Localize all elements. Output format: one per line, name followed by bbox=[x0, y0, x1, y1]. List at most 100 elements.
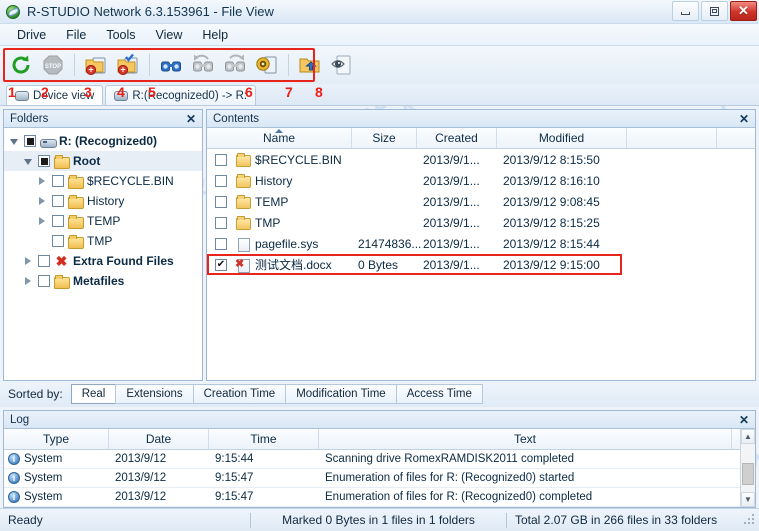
menu-help[interactable]: Help bbox=[193, 25, 237, 45]
tree-item-tmp[interactable]: TMP bbox=[4, 231, 202, 251]
menu-view[interactable]: View bbox=[147, 25, 192, 45]
find-icon[interactable] bbox=[156, 50, 186, 80]
folder-up-icon[interactable] bbox=[295, 50, 325, 80]
file-row[interactable]: TEMP 2013/9/1... 2013/9/12 9:08:45 bbox=[207, 191, 755, 212]
tree-item-label: History bbox=[87, 194, 125, 208]
preview-icon[interactable] bbox=[327, 50, 357, 80]
status-ready: Ready bbox=[8, 513, 43, 527]
chevron-down-icon[interactable] bbox=[8, 138, 20, 145]
refresh-icon[interactable] bbox=[6, 50, 36, 80]
tab-device-view[interactable]: Device view bbox=[6, 85, 104, 105]
scroll-down-icon[interactable]: ▼ bbox=[741, 492, 755, 507]
menu-tools[interactable]: Tools bbox=[97, 25, 144, 45]
scroll-up-icon[interactable]: ▲ bbox=[741, 429, 755, 444]
file-row[interactable]: 测试文档.docx 0 Bytes 2013/9/1... 2013/9/12 9:1… bbox=[207, 254, 755, 275]
chevron-right-icon[interactable] bbox=[22, 257, 34, 265]
menu-file[interactable]: File bbox=[57, 25, 95, 45]
scroll-track[interactable] bbox=[741, 444, 755, 492]
log-column-header-text[interactable]: Text bbox=[319, 429, 732, 449]
folders-close-icon[interactable]: ✕ bbox=[184, 112, 198, 126]
open-drive-files-icon[interactable]: + bbox=[81, 50, 111, 80]
column-header-size[interactable]: Size bbox=[352, 128, 417, 148]
contents-file-list[interactable]: Name Size Created Modified $RECYCLE.BIN 2013… bbox=[207, 128, 755, 380]
recover-marked-icon[interactable]: + bbox=[113, 50, 143, 80]
tree-checkbox[interactable] bbox=[52, 175, 64, 187]
chevron-right-icon[interactable] bbox=[36, 177, 48, 185]
chevron-right-icon[interactable] bbox=[22, 277, 34, 285]
sort-button-extensions[interactable]: Extensions bbox=[115, 384, 194, 404]
menu-drive[interactable]: Drive bbox=[8, 25, 55, 45]
scroll-thumb[interactable] bbox=[742, 463, 754, 486]
tree-item-temp[interactable]: TEMP bbox=[4, 211, 202, 231]
restore-button[interactable] bbox=[701, 1, 728, 21]
file-mask-icon[interactable] bbox=[252, 50, 282, 80]
minimize-button[interactable] bbox=[672, 1, 699, 21]
tree-checkbox[interactable] bbox=[38, 275, 50, 287]
log-row[interactable]: i System 2013/9/12 9:15:44 Scanning drive Ro… bbox=[4, 450, 740, 469]
log-close-icon[interactable]: ✕ bbox=[737, 413, 751, 427]
column-header-name[interactable]: Name bbox=[207, 128, 352, 148]
folder-icon bbox=[54, 154, 70, 169]
log-column-header-date[interactable]: Date bbox=[109, 429, 209, 449]
tree-item-recycle-bin[interactable]: $RECYCLE.BIN bbox=[4, 171, 202, 191]
window-controls: ✕ bbox=[672, 1, 757, 21]
sort-button-real[interactable]: Real bbox=[70, 384, 117, 404]
file-checkbox[interactable] bbox=[215, 174, 227, 187]
file-row[interactable]: History 2013/9/1... 2013/9/12 8:16:10 bbox=[207, 170, 755, 191]
tree-item-r-recognized0[interactable]: R: (Recognized0) bbox=[4, 131, 202, 151]
status-total: Total 2.07 GB in 266 files in 33 folders bbox=[515, 513, 718, 527]
chevron-right-icon[interactable] bbox=[36, 217, 48, 225]
chevron-down-icon[interactable] bbox=[22, 158, 34, 165]
log-row[interactable]: i System 2013/9/12 9:15:47 Enumeration of fi… bbox=[4, 469, 740, 488]
file-created: 2013/9/1... bbox=[423, 152, 480, 167]
sort-button-creation-time[interactable]: Creation Time bbox=[192, 384, 287, 404]
file-checkbox[interactable] bbox=[215, 237, 227, 250]
tree-item-metafiles[interactable]: Metafiles bbox=[4, 271, 202, 291]
tree-item-root[interactable]: Root bbox=[4, 151, 202, 171]
file-row[interactable]: pagefile.sys 21474836... 2013/9/1... 2013/9… bbox=[207, 233, 755, 254]
log-date: 2013/9/12 bbox=[115, 491, 167, 503]
red-x-icon: ✖ bbox=[55, 252, 68, 269]
svg-text:+: + bbox=[120, 65, 125, 75]
log-column-header-time[interactable]: Time bbox=[209, 429, 319, 449]
file-size bbox=[352, 170, 417, 191]
folder-icon bbox=[68, 194, 84, 209]
file-row[interactable]: $RECYCLE.BIN 2013/9/1... 2013/9/12 8:15:50 bbox=[207, 149, 755, 170]
column-header-modified[interactable]: Modified bbox=[497, 128, 627, 148]
column-header-created[interactable]: Created bbox=[417, 128, 497, 148]
tree-checkbox[interactable] bbox=[24, 135, 36, 147]
resize-grip-icon[interactable] bbox=[744, 514, 756, 526]
contents-close-icon[interactable]: ✕ bbox=[737, 112, 751, 126]
folder-icon bbox=[235, 215, 251, 230]
chevron-right-icon[interactable] bbox=[36, 197, 48, 205]
file-checkbox[interactable] bbox=[215, 153, 227, 166]
folders-tree[interactable]: R: (Recognized0) Root $RECYCLE.BIN History T… bbox=[4, 128, 202, 380]
tree-item-history[interactable]: History bbox=[4, 191, 202, 211]
tree-item-extra-found-files[interactable]: ✖ Extra Found Files bbox=[4, 251, 202, 271]
info-icon: i bbox=[8, 472, 20, 484]
sort-button-access-time[interactable]: Access Time bbox=[395, 384, 483, 404]
log-row[interactable]: i System 2013/9/12 9:15:47 Enumeration of fi… bbox=[4, 488, 740, 507]
file-row[interactable]: TMP 2013/9/1... 2013/9/12 8:15:25 bbox=[207, 212, 755, 233]
file-checkbox[interactable] bbox=[215, 258, 227, 271]
toolbar: STOP + + bbox=[0, 46, 759, 84]
tree-checkbox[interactable] bbox=[52, 195, 64, 207]
close-button[interactable]: ✕ bbox=[730, 1, 757, 21]
log-column-header-type[interactable]: Type bbox=[4, 429, 109, 449]
sys-file-icon bbox=[235, 237, 251, 252]
column-header-blank[interactable] bbox=[627, 128, 717, 148]
log-scrollbar[interactable]: ▲ ▼ bbox=[740, 429, 755, 507]
tree-checkbox[interactable] bbox=[38, 255, 50, 267]
device-view-icon bbox=[15, 90, 29, 101]
tree-checkbox[interactable] bbox=[52, 235, 64, 247]
file-checkbox[interactable] bbox=[215, 216, 227, 229]
tree-checkbox[interactable] bbox=[38, 155, 50, 167]
tab-label: Device view bbox=[33, 89, 95, 102]
folder-icon bbox=[235, 173, 251, 188]
tab-recognized-drive[interactable]: R:(Recognized0) -> R: bbox=[105, 85, 257, 105]
tree-checkbox[interactable] bbox=[52, 215, 64, 227]
sort-button-modification-time[interactable]: Modification Time bbox=[285, 384, 397, 404]
file-checkbox[interactable] bbox=[215, 195, 227, 208]
file-name: TEMP bbox=[255, 194, 289, 209]
file-modified: 2013/9/12 9:15:00 bbox=[503, 257, 600, 272]
